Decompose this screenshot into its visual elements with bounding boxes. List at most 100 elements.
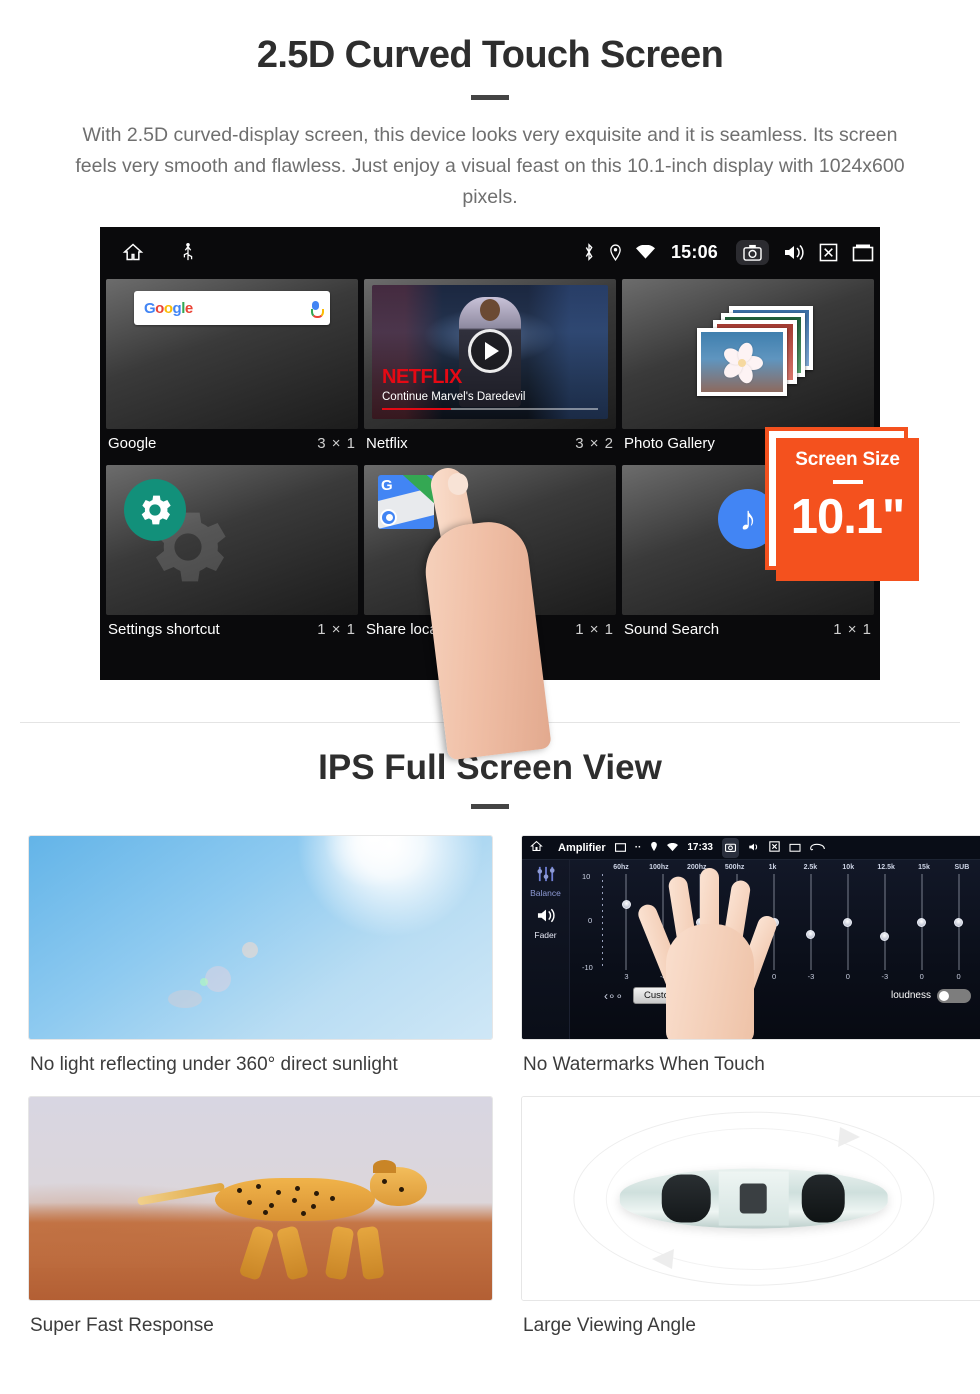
band-label: 15k — [918, 864, 930, 871]
wifi-icon — [635, 244, 655, 260]
band-label: 60hz — [613, 864, 629, 871]
sliders-icon[interactable] — [522, 866, 569, 887]
sidebar-item-balance[interactable]: Balance — [522, 888, 569, 898]
recents-icon[interactable] — [789, 839, 801, 857]
page-dot[interactable] — [441, 655, 467, 658]
feature-card-viewing-angle: Large Viewing Angle — [521, 1096, 980, 1351]
amplifier-status-bar: Amplifier ·· 17:33 — [522, 836, 980, 860]
widget-settings-thumb[interactable] — [106, 465, 358, 615]
camera-icon[interactable] — [721, 837, 739, 858]
widget-share-location[interactable]: G Share location 1 × 1 — [364, 465, 616, 647]
recents-icon[interactable] — [852, 243, 874, 262]
gallery-icon[interactable] — [614, 839, 626, 857]
section-divider — [20, 722, 960, 723]
car-top-view-illustration — [521, 1096, 980, 1301]
eq-slider[interactable] — [829, 874, 866, 970]
volume-icon[interactable] — [783, 243, 805, 262]
curved-screen-section: 2.5D Curved Touch Screen With 2.5D curve… — [0, 0, 980, 213]
widget-label: Share location — [366, 621, 462, 638]
band-value: 3 — [624, 972, 629, 981]
location-pin-icon — [380, 509, 397, 526]
widget-google-thumb[interactable]: Google — [106, 279, 358, 429]
sidebar-item-fader[interactable]: Fader — [522, 930, 569, 940]
section-paragraph: With 2.5D curved-display screen, this de… — [75, 124, 905, 208]
title-underline — [471, 95, 509, 100]
netflix-brand: NETFLIX — [382, 366, 462, 388]
status-clock: 15:06 — [670, 241, 718, 262]
amplifier-equalizer-screenshot: Amplifier ·· 17:33 Balance Fader 60hz 10… — [521, 835, 980, 1040]
gear-icon — [124, 479, 186, 541]
more-icon[interactable]: ·· — [635, 842, 642, 853]
ips-title-underline — [471, 804, 509, 809]
loudness-control[interactable]: loudness — [891, 988, 971, 1003]
band-value: -3 — [881, 972, 889, 981]
widget-row-bottom: Settings shortcut 1 × 1 G Share location… — [106, 465, 874, 647]
close-icon[interactable] — [819, 243, 838, 262]
eq-slider[interactable] — [608, 874, 645, 970]
head-unit-screen: 15:06 Google Google 3 × 1 NETFLIX Contin… — [100, 227, 880, 680]
widget-settings-shortcut[interactable]: Settings shortcut 1 × 1 — [106, 465, 358, 647]
eq-slider[interactable] — [793, 874, 830, 970]
back-icon[interactable] — [810, 839, 825, 857]
screen-size-badge: Screen Size 10.1" — [776, 438, 919, 581]
widget-size: 3 × 1 — [317, 435, 356, 452]
usb-icon[interactable] — [182, 243, 194, 261]
volume-icon[interactable] — [748, 839, 760, 857]
feature-grid: No light reflecting under 360° direct su… — [0, 835, 980, 1357]
scale-min: -10 — [582, 963, 593, 972]
widget-size: 1 × 1 — [317, 621, 356, 638]
widget-netflix[interactable]: NETFLIX Continue Marvel's Daredevil Netf… — [364, 279, 616, 461]
equalizer-scale: 10 0 -10 — [582, 872, 608, 972]
netflix-progress — [382, 408, 598, 410]
feature-card-watermarks: Amplifier ·· 17:33 Balance Fader 60hz 10… — [521, 835, 980, 1090]
google-search-bar[interactable]: Google — [134, 291, 330, 325]
widget-share-location-thumb[interactable]: G — [364, 465, 616, 615]
widget-netflix-thumb[interactable]: NETFLIX Continue Marvel's Daredevil — [364, 279, 616, 429]
widget-row-top: Google Google 3 × 1 NETFLIX Continue Mar… — [106, 279, 874, 461]
photo-stack-icon — [683, 306, 813, 402]
ips-section: IPS Full Screen View No light reflecting… — [0, 748, 980, 1357]
sunny-sky-photo — [28, 835, 493, 1040]
band-label: 10k — [842, 864, 855, 871]
widget-label: Netflix — [366, 435, 408, 452]
page-dot[interactable] — [477, 655, 503, 658]
band-value: 0 — [919, 972, 924, 981]
head-unit-mockup: 15:06 Google Google 3 × 1 NETFLIX Contin… — [0, 227, 980, 761]
widget-photo-gallery-thumb[interactable] — [622, 279, 874, 429]
band-label: 12.5k — [877, 864, 895, 871]
netflix-subtitle: Continue Marvel's Daredevil — [382, 391, 526, 403]
widget-google[interactable]: Google Google 3 × 1 — [106, 279, 358, 461]
badge-divider — [832, 480, 863, 484]
close-icon[interactable] — [769, 839, 780, 857]
loudness-toggle[interactable] — [937, 988, 971, 1003]
home-icon[interactable] — [122, 242, 144, 262]
widget-label: Sound Search — [624, 621, 720, 638]
amplifier-clock: 17:33 — [687, 842, 713, 853]
band-value: -3 — [807, 972, 815, 981]
hand-illustration — [635, 862, 780, 1039]
eq-slider[interactable] — [866, 874, 903, 970]
car-top-view — [619, 1168, 888, 1229]
widget-label: Google — [108, 435, 157, 452]
camera-icon[interactable] — [736, 239, 769, 265]
home-icon[interactable] — [530, 839, 543, 857]
eq-slider[interactable] — [940, 874, 977, 970]
bluetooth-icon — [583, 243, 595, 261]
screen-size-label: Screen Size — [795, 449, 900, 470]
eq-slider[interactable] — [903, 874, 940, 970]
mic-icon[interactable] — [311, 300, 324, 318]
page-indicator[interactable] — [106, 651, 874, 658]
band-value: 0 — [956, 972, 961, 981]
wifi-icon — [667, 839, 679, 857]
widget-label: Photo Gallery — [624, 435, 715, 452]
page-dot-active[interactable] — [513, 655, 539, 658]
speaker-icon[interactable] — [522, 907, 569, 929]
running-cheetah-photo — [28, 1096, 493, 1301]
widget-size: 3 × 2 — [575, 435, 614, 452]
google-logo: Google — [144, 299, 193, 317]
play-icon[interactable] — [468, 329, 512, 373]
back-arrow-icon[interactable]: ‹∘∘ — [604, 989, 623, 1003]
scale-max: 10 — [582, 872, 591, 881]
feature-caption: Super Fast Response — [30, 1315, 214, 1336]
location-icon — [609, 243, 622, 261]
